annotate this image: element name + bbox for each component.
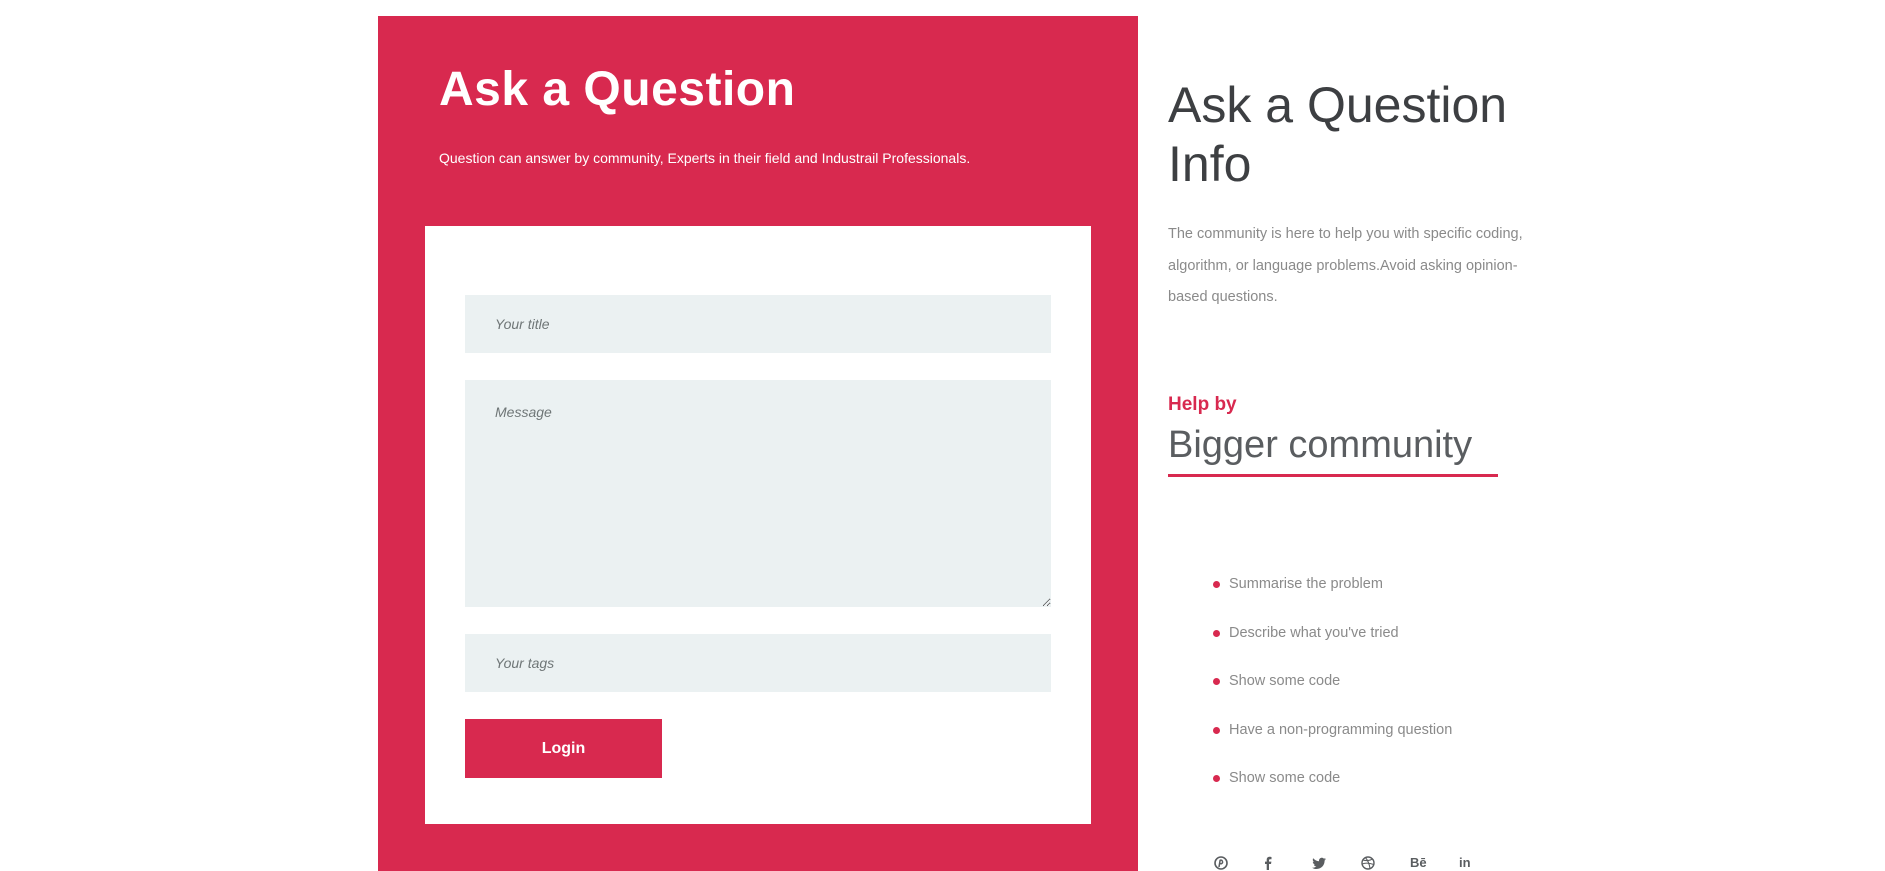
login-button[interactable]: Login: [465, 719, 662, 778]
list-item: Have a non-programming question: [1213, 720, 1452, 769]
twitter-icon[interactable]: [1312, 856, 1361, 870]
help-by-label: Help by: [1168, 394, 1237, 415]
title-underline: [1168, 474, 1498, 477]
tags-input[interactable]: [465, 634, 1051, 692]
question-form: Login: [425, 226, 1091, 824]
pinterest-icon[interactable]: [1214, 856, 1263, 870]
behance-icon[interactable]: Bē: [1410, 856, 1459, 870]
tips-list: Summarise the problem Describe what you'…: [1213, 574, 1452, 817]
list-item: Show some code: [1213, 671, 1452, 720]
info-title: Ask a Question Info: [1168, 77, 1508, 192]
facebook-icon[interactable]: [1263, 856, 1312, 870]
panel-subtitle: Question can answer by community, Expert…: [439, 150, 971, 166]
list-item: Describe what you've tried: [1213, 623, 1452, 672]
list-item: Show some code: [1213, 768, 1452, 817]
dribbble-icon[interactable]: [1361, 856, 1410, 870]
social-links: Bē in: [1214, 856, 1508, 870]
linkedin-icon[interactable]: in: [1459, 856, 1508, 870]
info-description: The community is here to help you with s…: [1168, 226, 1523, 305]
behance-label: Bē: [1410, 855, 1427, 870]
ask-question-panel: Ask a Question Question can answer by co…: [378, 16, 1138, 871]
page-title: Ask a Question: [439, 63, 796, 116]
help-title: Bigger community: [1168, 424, 1473, 466]
linkedin-label: in: [1459, 855, 1471, 870]
title-input[interactable]: [465, 295, 1051, 353]
message-textarea[interactable]: [465, 380, 1051, 607]
list-item: Summarise the problem: [1213, 574, 1452, 623]
